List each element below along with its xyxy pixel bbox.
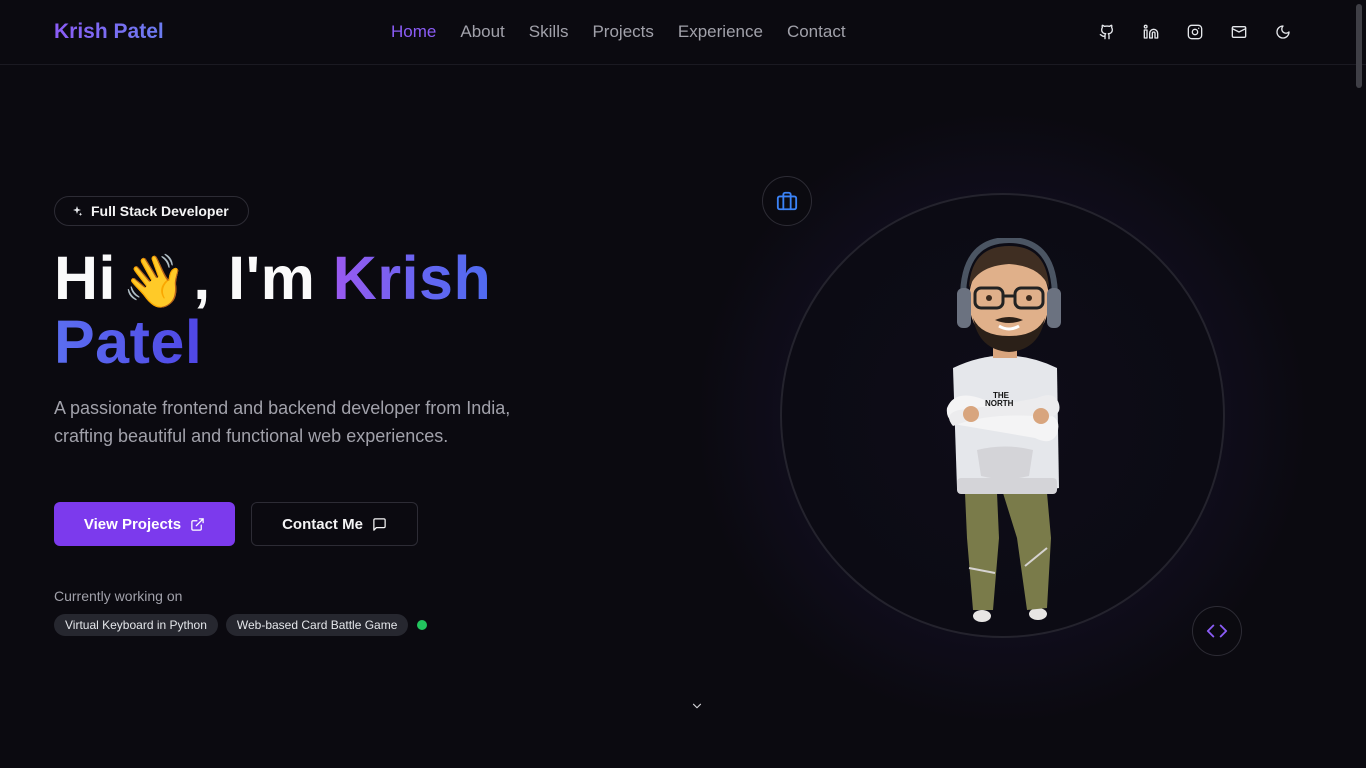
chevron-down-icon — [692, 703, 702, 709]
site-logo[interactable]: Krish Patel — [54, 20, 164, 44]
nav-projects[interactable]: Projects — [592, 22, 653, 42]
contact-me-button[interactable]: Contact Me — [251, 502, 418, 546]
avatar-image: THE NORTH — [946, 238, 1061, 622]
linkedin-icon[interactable] — [1142, 21, 1160, 43]
wave-emoji: 👋 — [122, 253, 188, 311]
scrollbar[interactable] — [1354, 0, 1364, 768]
hero-description: A passionate frontend and backend develo… — [54, 398, 511, 446]
scroll-down-indicator[interactable] — [690, 699, 706, 713]
nav-experience[interactable]: Experience — [678, 22, 763, 42]
last-name: Patel — [54, 308, 203, 376]
role-badge-label: Full Stack Developer — [91, 203, 229, 219]
briefcase-icon — [776, 191, 798, 211]
nav-contact[interactable]: Contact — [787, 22, 846, 42]
external-link-icon — [190, 517, 205, 532]
mail-icon[interactable] — [1230, 21, 1248, 43]
main-nav: Home About Skills Projects Experience Co… — [391, 22, 870, 42]
briefcase-button[interactable] — [762, 176, 812, 226]
greeting-text: Hi — [54, 244, 116, 312]
social-links — [1098, 21, 1292, 43]
site-header: Krish Patel Home About Skills Projects E… — [0, 0, 1366, 65]
github-icon[interactable] — [1098, 21, 1116, 43]
first-name: Krish — [332, 244, 492, 312]
working-on-label: Currently working on — [54, 588, 183, 604]
instagram-icon[interactable] — [1186, 21, 1204, 43]
code-button[interactable] — [1192, 606, 1242, 656]
sparkles-icon — [73, 206, 83, 216]
view-projects-button[interactable]: View Projects — [54, 502, 235, 546]
project-chip: Web-based Card Battle Game — [225, 614, 409, 636]
nav-home[interactable]: Home — [391, 22, 436, 42]
status-dot — [417, 620, 428, 630]
scrollbar-thumb[interactable] — [1356, 4, 1362, 88]
svg-text:NORTH: NORTH — [985, 399, 1014, 408]
view-projects-label: View Projects — [83, 515, 182, 533]
project-chip: Virtual Keyboard in Python — [54, 614, 218, 636]
role-badge: Full Stack Developer — [54, 196, 249, 226]
message-square-icon — [372, 517, 387, 532]
current-projects: Virtual Keyboard in Python Web-based Car… — [54, 614, 428, 636]
contact-me-label: Contact Me — [282, 515, 363, 533]
im-text: , I'm — [193, 244, 316, 312]
nav-about[interactable]: About — [460, 22, 504, 42]
code-icon — [1206, 624, 1228, 638]
nav-skills[interactable]: Skills — [529, 22, 569, 42]
moon-icon[interactable] — [1274, 21, 1292, 43]
hero-headline: Hi 👋, I'm Krish Patel — [54, 248, 574, 373]
